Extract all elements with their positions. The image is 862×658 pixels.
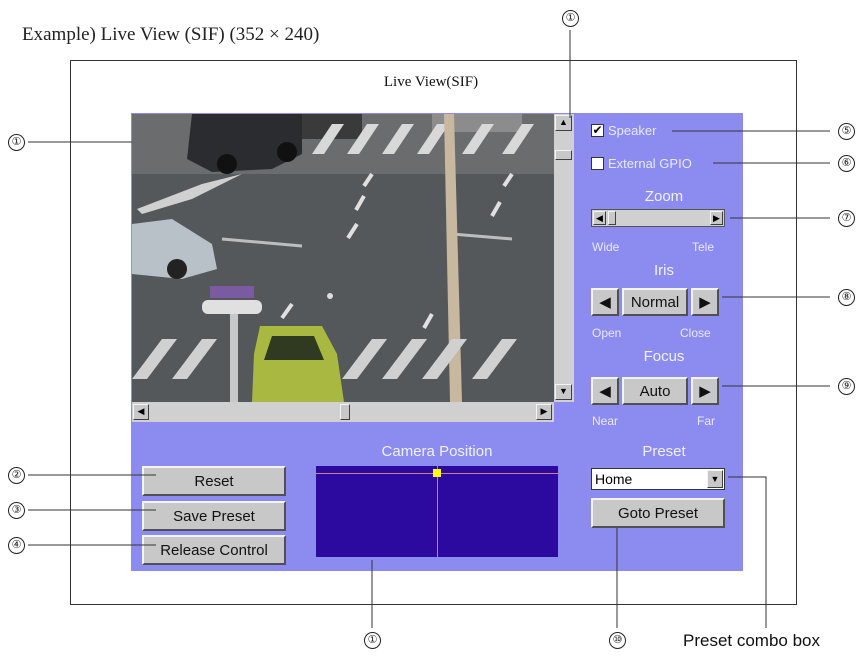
callout-9: ⑨ bbox=[838, 378, 855, 395]
callout-4: ④ bbox=[8, 537, 25, 554]
callout-5: ⑤ bbox=[838, 123, 855, 140]
callout-1-left: ① bbox=[8, 134, 25, 151]
callout-10: ⑩ bbox=[609, 632, 626, 649]
callout-6: ⑥ bbox=[838, 155, 855, 172]
callout-1-bottom: ① bbox=[364, 632, 381, 649]
callout-1-top: ① bbox=[562, 10, 579, 27]
callout-2: ② bbox=[8, 467, 25, 484]
callout-8: ⑧ bbox=[838, 289, 855, 306]
callout-3: ③ bbox=[8, 502, 25, 519]
callout-lines bbox=[28, 30, 830, 628]
callout-7: ⑦ bbox=[838, 210, 855, 227]
preset-combo-box-caption: Preset combo box bbox=[683, 631, 821, 650]
